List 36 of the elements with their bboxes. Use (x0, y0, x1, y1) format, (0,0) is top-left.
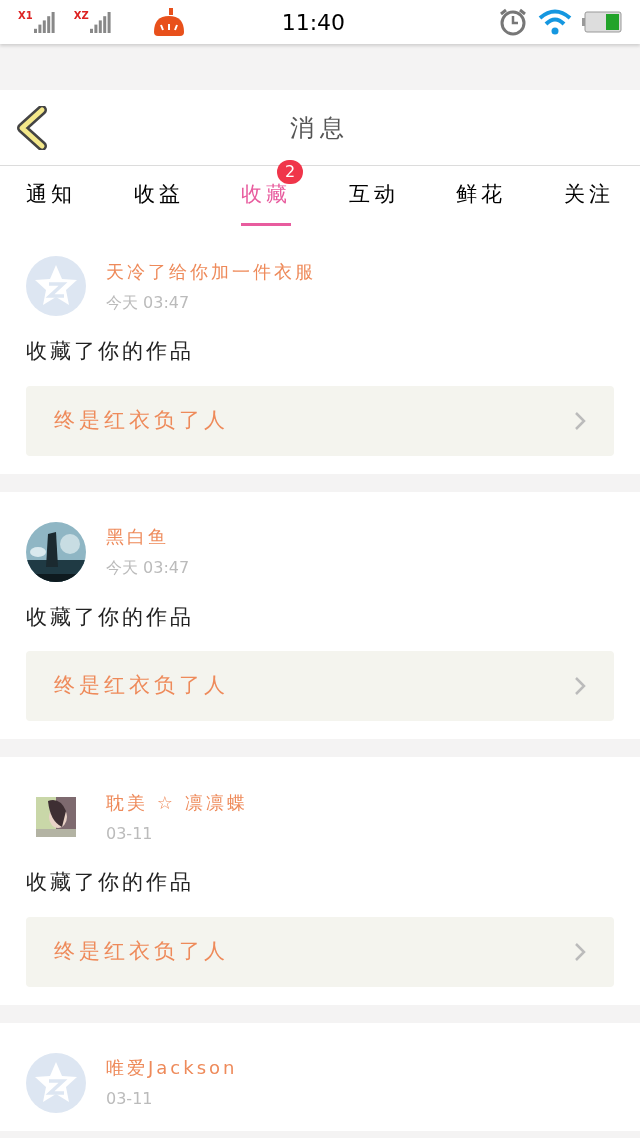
user-name[interactable]: 耽美 ☆ 凛凛蝶 (106, 788, 248, 816)
message-time: 03-11 (106, 822, 154, 845)
message-text: 收藏了你的作品 (26, 869, 195, 896)
message-text: 收藏了你的作品 (26, 338, 195, 365)
alarm-icon (498, 7, 528, 37)
tab[interactable]: 鲜花 (456, 166, 507, 226)
signal-icon (33, 11, 56, 33)
user-name[interactable]: 黑白鱼 (106, 523, 190, 550)
chevron-right-icon (574, 410, 586, 431)
wifi-icon (538, 8, 572, 36)
app-notification-icon (151, 8, 186, 36)
tab[interactable]: 收益 (133, 166, 184, 226)
sim-label: XZ (73, 11, 89, 21)
message-time: 03-11 (106, 1088, 154, 1110)
clock-time: 11:40 (281, 8, 346, 37)
message-text: 收藏了你的作品 (26, 603, 195, 631)
user-name[interactable]: 天冷了给你加一件衣服 (106, 257, 316, 285)
work-link[interactable]: 终是红衣负了人 (26, 916, 614, 987)
back-icon[interactable] (16, 105, 48, 150)
tab[interactable]: 关注 (563, 166, 614, 226)
battery-icon (582, 11, 622, 33)
sim-label: X1 (18, 11, 33, 21)
chevron-right-icon (574, 676, 586, 696)
message-time: 今天 03:47 (106, 291, 191, 314)
tab[interactable]: 通知 (26, 166, 76, 226)
user-name[interactable]: 唯爱Jackson (106, 1054, 238, 1081)
count-badge: 2 (277, 160, 304, 184)
default-avatar-icon (26, 256, 86, 316)
chevron-right-icon (574, 941, 586, 962)
work-link[interactable]: 终是红衣负了人 (26, 385, 614, 456)
tab[interactable]: 互动 (348, 166, 399, 226)
page-title: 消息 (290, 112, 350, 144)
default-avatar-icon (26, 1052, 86, 1113)
signal-icon (89, 11, 112, 33)
work-link[interactable]: 终是红衣负了人 (26, 651, 614, 721)
message-time: 今天 03:47 (106, 557, 190, 579)
